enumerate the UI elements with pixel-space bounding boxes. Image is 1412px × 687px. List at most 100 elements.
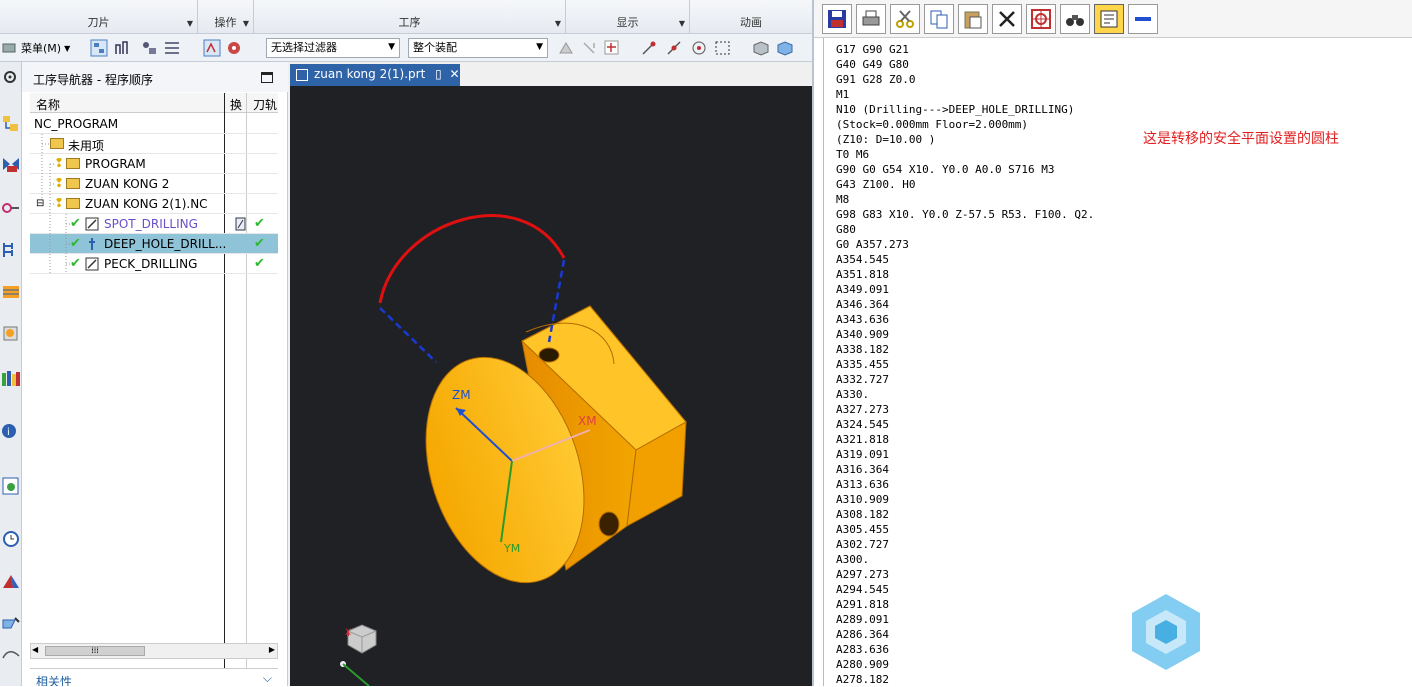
code-line[interactable]: A321.818 <box>836 432 1094 447</box>
hd3d-tools-icon[interactable] <box>1 324 21 344</box>
operation-navigator-icon[interactable] <box>1 114 21 134</box>
code-line[interactable]: A351.818 <box>836 267 1094 282</box>
selection-filter-combo[interactable]: 无选择过滤器 ▼ <box>266 38 400 58</box>
code-line[interactable]: A346.364 <box>836 297 1094 312</box>
code-line[interactable]: G91 G28 Z0.0 <box>836 72 1094 87</box>
code-line[interactable]: G90 G0 G54 X10. Y0.0 A0.0 S716 M3 <box>836 162 1094 177</box>
code-line[interactable]: A332.727 <box>836 372 1094 387</box>
delete-button[interactable] <box>992 4 1022 34</box>
ribbon-group-operation[interactable]: 操作 ▼ <box>198 0 254 34</box>
code-line[interactable]: A319.091 <box>836 447 1094 462</box>
code-line[interactable]: A289.091 <box>836 612 1094 627</box>
code-line[interactable]: A297.273 <box>836 567 1094 582</box>
program-order-view-icon[interactable] <box>90 39 108 57</box>
find-target-button[interactable] <box>1026 4 1056 34</box>
gear-icon[interactable] <box>1 68 21 88</box>
system-scenery-icon[interactable] <box>1 614 21 634</box>
scroll-right-icon[interactable]: ▶ <box>269 645 275 654</box>
assembly-scope-combo[interactable]: 整个装配 ▼ <box>408 38 548 58</box>
role-palette-icon[interactable] <box>1 368 21 388</box>
code-line[interactable]: G40 G49 G80 <box>836 57 1094 72</box>
point-on-face-icon[interactable] <box>603 39 621 57</box>
code-line[interactable]: G98 G83 X10. Y0.0 Z-57.5 R53. F100. Q2. <box>836 207 1094 222</box>
chevron-down-icon[interactable]: ▼ <box>555 19 561 28</box>
info-icon[interactable]: i <box>1 420 21 440</box>
history-clock-icon[interactable] <box>1 528 21 548</box>
column-header-toolpath[interactable]: 刀轨 <box>253 96 277 113</box>
ribbon-group-display[interactable]: 显示 ▼ <box>566 0 690 34</box>
code-line[interactable]: G0 A357.273 <box>836 237 1094 252</box>
tree-row-nc-program[interactable]: NC_PROGRAM <box>30 114 278 134</box>
paste-button[interactable] <box>958 4 988 34</box>
code-line[interactable]: G43 Z100. H0 <box>836 177 1094 192</box>
snap-center-icon[interactable] <box>690 39 708 57</box>
scrollbar-thumb[interactable]: ⁞⁞⁞ <box>45 646 145 656</box>
maximize-icon[interactable] <box>261 72 273 83</box>
code-line[interactable]: A294.545 <box>836 582 1094 597</box>
column-header-change[interactable]: 换 <box>230 96 242 113</box>
method-navigator-icon[interactable] <box>1 240 21 260</box>
curve-icon[interactable] <box>1 646 21 666</box>
selection-intent-icon[interactable] <box>580 39 598 57</box>
find-button[interactable] <box>1060 4 1090 34</box>
snap-settings-icon[interactable] <box>557 39 575 57</box>
snap-mid-point-icon[interactable] <box>665 39 683 57</box>
code-line[interactable]: A280.909 <box>836 657 1094 672</box>
word-wrap-button[interactable] <box>1094 4 1124 34</box>
chevron-down-icon[interactable]: ⌵ <box>263 671 272 686</box>
chevron-down-icon[interactable]: ▼ <box>679 19 685 28</box>
scroll-left-icon[interactable]: ◀ <box>32 645 38 654</box>
code-line[interactable]: (Stock=0.000mm Floor=2.000mm) <box>836 117 1094 132</box>
geometry-view-icon[interactable] <box>140 39 158 57</box>
code-line[interactable]: G17 G90 G21 <box>836 42 1094 57</box>
model-canvas[interactable]: ZM XM YM X <box>290 86 812 686</box>
code-line[interactable]: A286.364 <box>836 627 1094 642</box>
code-line[interactable]: A316.364 <box>836 462 1094 477</box>
close-icon[interactable]: ✕ <box>450 67 460 81</box>
web-browser-icon[interactable] <box>1 476 21 496</box>
snap-end-point-icon[interactable] <box>640 39 658 57</box>
ribbon-group-animation[interactable]: 动画 <box>690 0 812 34</box>
part-body[interactable] <box>399 305 687 603</box>
copy-button[interactable] <box>924 4 954 34</box>
graphics-window[interactable]: zuan kong 2(1).prt ▯ ✕ ZM XM YM X <box>290 62 812 686</box>
analysis-palette-icon[interactable] <box>1 572 21 592</box>
code-line[interactable]: G80 <box>836 222 1094 237</box>
save-button[interactable] <box>822 4 852 34</box>
code-line[interactable]: A300. <box>836 552 1094 567</box>
render-style-icon[interactable] <box>752 39 770 57</box>
code-line[interactable]: A349.091 <box>836 282 1094 297</box>
code-line[interactable]: (Z10: D=10.00 ) <box>836 132 1094 147</box>
code-line[interactable]: A335.455 <box>836 357 1094 372</box>
code-line[interactable]: T0 M6 <box>836 147 1094 162</box>
code-line[interactable]: A283.636 <box>836 642 1094 657</box>
minimize-button[interactable] <box>1128 4 1158 34</box>
machine-tool-navigator-icon[interactable] <box>1 154 21 174</box>
print-button[interactable] <box>856 4 886 34</box>
code-line[interactable]: A278.182 <box>836 672 1094 687</box>
verify-toolpath-icon[interactable] <box>226 39 244 57</box>
code-line[interactable]: A340.909 <box>836 327 1094 342</box>
code-line[interactable]: M8 <box>836 192 1094 207</box>
code-line[interactable]: A302.727 <box>836 537 1094 552</box>
shaded-view-icon[interactable] <box>776 39 794 57</box>
code-line[interactable]: A327.273 <box>836 402 1094 417</box>
ribbon-group-insert[interactable]: 刀片 ▼ <box>0 0 198 34</box>
code-line[interactable]: A305.455 <box>836 522 1094 537</box>
code-line[interactable]: A291.818 <box>836 597 1094 612</box>
code-line[interactable]: A343.636 <box>836 312 1094 327</box>
box-select-icon[interactable] <box>714 39 732 57</box>
code-line[interactable]: A324.545 <box>836 417 1094 432</box>
ribbon-group-workflow[interactable]: 工序 ▼ <box>254 0 566 34</box>
code-line[interactable]: A354.545 <box>836 252 1094 267</box>
menu-button[interactable]: 菜单(M) ▼ <box>2 38 70 58</box>
column-header-name[interactable]: 名称 <box>36 96 60 113</box>
cut-button[interactable] <box>890 4 920 34</box>
reuse-library-icon[interactable] <box>1 282 21 302</box>
code-line[interactable]: A313.636 <box>836 477 1094 492</box>
nc-code-text[interactable]: G17 G90 G21 G40 G49 G80 G91 G28 Z0.0 M1 N10 … <box>836 42 1094 687</box>
horizontal-scrollbar[interactable]: ◀ ⁞⁞⁞ ▶ <box>30 643 278 659</box>
code-line[interactable]: N10 (Drilling--->DEEP_HOLE_DRILLING) <box>836 102 1094 117</box>
document-tab[interactable]: zuan kong 2(1).prt ▯ ✕ <box>290 64 460 86</box>
chevron-down-icon[interactable]: ▼ <box>187 19 193 28</box>
